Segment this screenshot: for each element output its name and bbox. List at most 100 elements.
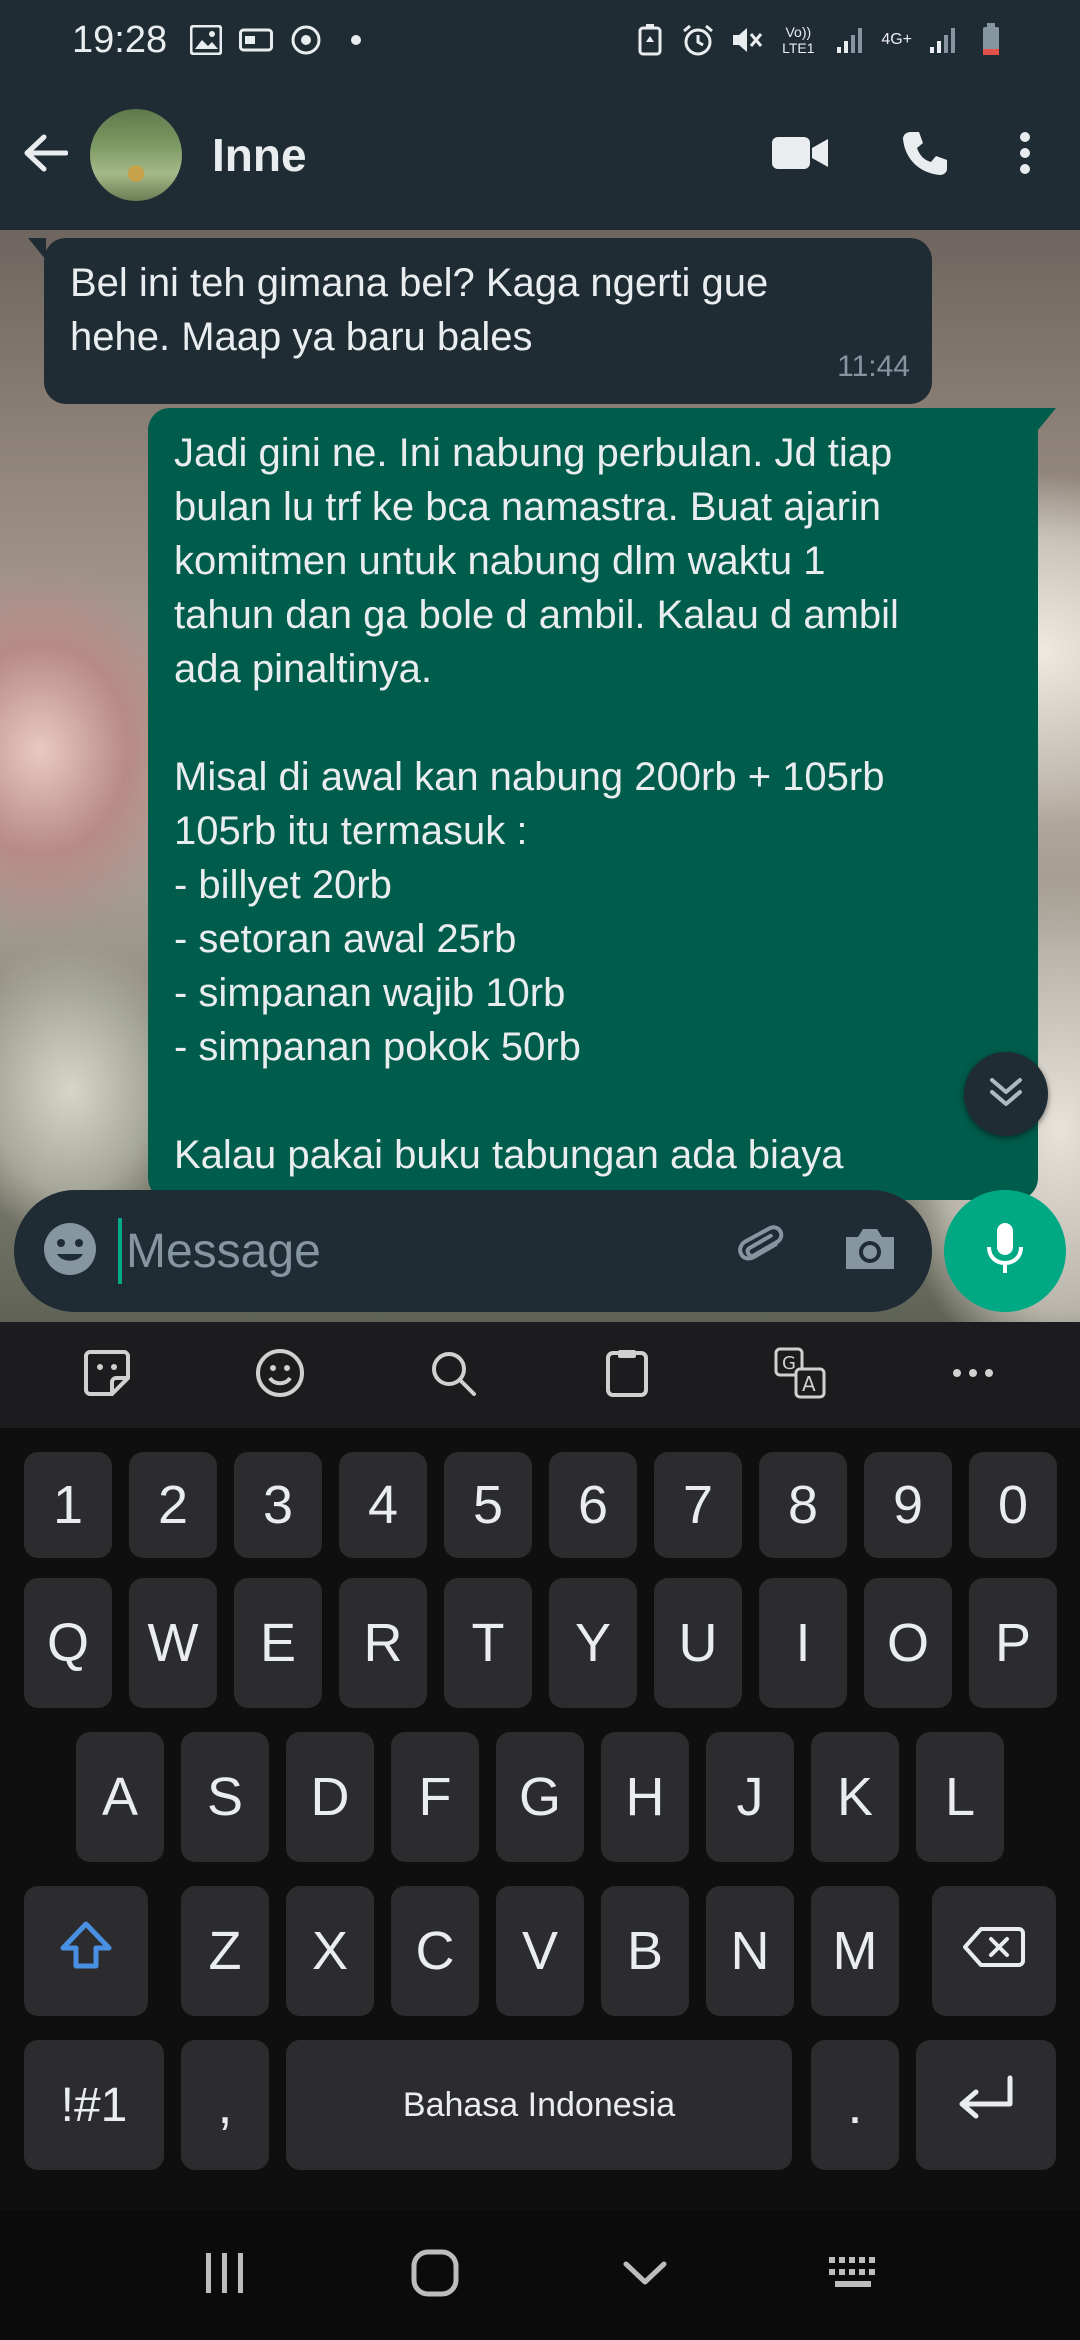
svg-text:A: A bbox=[802, 1372, 816, 1396]
card-icon bbox=[239, 23, 274, 57]
microphone-icon bbox=[985, 1221, 1025, 1282]
key-v[interactable]: V bbox=[496, 1886, 584, 2016]
key-t[interactable]: T bbox=[444, 1578, 532, 1708]
period-key[interactable]: . bbox=[811, 2040, 899, 2170]
key-d[interactable]: D bbox=[286, 1732, 374, 1862]
key-7[interactable]: 7 bbox=[654, 1452, 742, 1558]
key-s[interactable]: S bbox=[181, 1732, 269, 1862]
key-i[interactable]: I bbox=[759, 1578, 847, 1708]
key-k[interactable]: K bbox=[811, 1732, 899, 1862]
recent-apps-button[interactable] bbox=[175, 2225, 275, 2325]
key-r[interactable]: R bbox=[339, 1578, 427, 1708]
video-call-icon bbox=[772, 135, 828, 176]
backspace-key[interactable] bbox=[932, 1886, 1056, 2016]
voice-call-button[interactable] bbox=[860, 80, 990, 230]
battery-saver-icon bbox=[633, 23, 667, 57]
more-options-button[interactable] bbox=[938, 1340, 1008, 1410]
more-options-button[interactable] bbox=[990, 80, 1060, 230]
status-time: 19:28 bbox=[72, 18, 168, 61]
key-p[interactable]: P bbox=[969, 1578, 1057, 1708]
search-button[interactable] bbox=[418, 1340, 488, 1410]
enter-key[interactable] bbox=[916, 2040, 1056, 2170]
double-chevron-down-icon bbox=[988, 1076, 1024, 1113]
key-b[interactable]: B bbox=[601, 1886, 689, 2016]
emoji-icon bbox=[42, 1221, 98, 1282]
emoji-icon bbox=[255, 1348, 305, 1403]
key-a[interactable]: A bbox=[76, 1732, 164, 1862]
message-line bbox=[174, 696, 1012, 750]
outgoing-message[interactable]: Jadi gini ne. Ini nabung perbulan. Jd ti… bbox=[148, 408, 1056, 1200]
chat-area[interactable]: Bel ini teh gimana bel? Kaga ngerti gue … bbox=[0, 230, 1080, 1322]
key-1[interactable]: 1 bbox=[24, 1452, 112, 1558]
sticker-button[interactable] bbox=[72, 1340, 142, 1410]
key-j[interactable]: J bbox=[706, 1732, 794, 1862]
key-z[interactable]: Z bbox=[181, 1886, 269, 2016]
message-line: Bel ini teh gimana bel? Kaga ngerti gue bbox=[70, 261, 769, 305]
keyboard-switch-button[interactable] bbox=[805, 2225, 905, 2325]
compose-bar bbox=[14, 1190, 932, 1312]
backspace-icon bbox=[963, 1920, 1025, 1982]
home-icon bbox=[410, 2248, 460, 2303]
recent-apps-icon bbox=[202, 2251, 248, 2300]
text-caret bbox=[118, 1218, 122, 1284]
keyboard-toolbar: GA bbox=[0, 1322, 1080, 1428]
video-call-button[interactable] bbox=[740, 80, 860, 230]
key-e[interactable]: E bbox=[234, 1578, 322, 1708]
contact-name[interactable]: Inne bbox=[212, 128, 307, 182]
key-m[interactable]: M bbox=[811, 1886, 899, 2016]
key-o[interactable]: O bbox=[864, 1578, 952, 1708]
key-w[interactable]: W bbox=[129, 1578, 217, 1708]
key-5[interactable]: 5 bbox=[444, 1452, 532, 1558]
key-u[interactable]: U bbox=[654, 1578, 742, 1708]
key-x[interactable]: X bbox=[286, 1886, 374, 2016]
message-line: - simpanan pokok 50rb bbox=[174, 1025, 581, 1069]
shift-icon bbox=[59, 1920, 113, 1983]
message-line: - setoran awal 25rb bbox=[174, 917, 517, 961]
keyboard: 1 2 3 4 5 6 7 8 9 0 Q W E R T Y U I O P … bbox=[0, 1428, 1080, 2210]
attach-button[interactable] bbox=[726, 1215, 798, 1287]
key-h[interactable]: H bbox=[601, 1732, 689, 1862]
message-line: bulan lu trf ke bca namastra. Buat ajari… bbox=[174, 485, 882, 529]
key-0[interactable]: 0 bbox=[969, 1452, 1057, 1558]
key-f[interactable]: F bbox=[391, 1732, 479, 1862]
camera-icon bbox=[842, 1225, 898, 1278]
message-line: hehe. Maap ya baru bales bbox=[70, 315, 533, 359]
camera-button[interactable] bbox=[834, 1215, 906, 1287]
home-button[interactable] bbox=[385, 2225, 485, 2325]
message-line: tahun dan ga bole d ambil. Kalau d ambil bbox=[174, 593, 899, 637]
key-3[interactable]: 3 bbox=[234, 1452, 322, 1558]
more-horizontal-icon bbox=[951, 1366, 995, 1384]
key-n[interactable]: N bbox=[706, 1886, 794, 2016]
clipboard-button[interactable] bbox=[592, 1340, 662, 1410]
comma-key[interactable]: , bbox=[181, 2040, 269, 2170]
incoming-message[interactable]: Bel ini teh gimana bel? Kaga ngerti gue … bbox=[28, 238, 932, 404]
key-c[interactable]: C bbox=[391, 1886, 479, 2016]
key-6[interactable]: 6 bbox=[549, 1452, 637, 1558]
symbols-key[interactable]: !#1 bbox=[24, 2040, 164, 2170]
network-label: 4G+ bbox=[881, 31, 912, 48]
enter-icon bbox=[956, 2074, 1016, 2137]
signal-icon-2 bbox=[926, 23, 960, 57]
key-g[interactable]: G bbox=[496, 1732, 584, 1862]
emoji-keyboard-button[interactable] bbox=[245, 1340, 315, 1410]
key-4[interactable]: 4 bbox=[339, 1452, 427, 1558]
translate-icon: GA bbox=[774, 1347, 826, 1404]
back-nav-button[interactable] bbox=[595, 2225, 695, 2325]
translate-button[interactable]: GA bbox=[765, 1340, 835, 1410]
scroll-to-bottom-button[interactable] bbox=[964, 1052, 1048, 1136]
voice-message-button[interactable] bbox=[944, 1190, 1066, 1312]
key-2[interactable]: 2 bbox=[129, 1452, 217, 1558]
key-q[interactable]: Q bbox=[24, 1578, 112, 1708]
key-9[interactable]: 9 bbox=[864, 1452, 952, 1558]
message-input[interactable] bbox=[126, 1223, 686, 1279]
key-8[interactable]: 8 bbox=[759, 1452, 847, 1558]
key-l[interactable]: L bbox=[916, 1732, 1004, 1862]
space-key[interactable]: Bahasa Indonesia bbox=[286, 2040, 792, 2170]
navigation-bar bbox=[0, 2210, 1080, 2340]
back-button[interactable] bbox=[0, 80, 90, 230]
key-y[interactable]: Y bbox=[549, 1578, 637, 1708]
message-line: Jadi gini ne. Ini nabung perbulan. Jd ti… bbox=[174, 431, 893, 475]
emoji-button[interactable] bbox=[34, 1215, 106, 1287]
shift-key[interactable] bbox=[24, 1886, 148, 2016]
avatar[interactable] bbox=[90, 109, 182, 201]
